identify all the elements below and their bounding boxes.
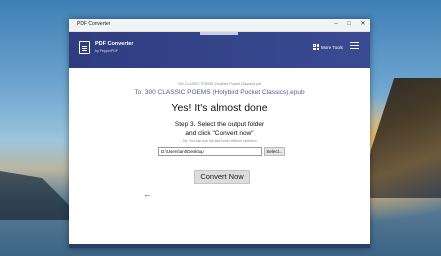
more-tools-button[interactable]: More Tools	[313, 43, 343, 51]
page-headline: Yes! It's almost done	[171, 102, 268, 114]
more-tools-label: More Tools	[321, 44, 343, 50]
step-line-2: and click "Convert now"	[185, 130, 254, 137]
header-drag-tab	[200, 32, 238, 35]
wallpaper-cliff	[363, 78, 441, 198]
step-line-1: Step 3. Select the output folder	[174, 121, 265, 128]
target-file-name: To: 300 CLASSIC POEMS (Holybird Pocket C…	[134, 89, 305, 96]
back-arrow-icon[interactable]: ←	[143, 189, 152, 199]
window-title: PDF Converter	[77, 21, 111, 27]
wallpaper-rock	[0, 171, 70, 220]
step-instruction: Step 3. Select the output folder and cli…	[69, 120, 370, 138]
app-subtitle: by PepperPDF	[95, 49, 118, 53]
app-name: PDF Converter	[95, 41, 134, 47]
select-folder-button[interactable]: Select...	[264, 147, 285, 156]
maximize-button[interactable]: □	[344, 20, 354, 29]
convert-now-button[interactable]: Convert Now	[194, 170, 250, 184]
output-folder-input[interactable]	[158, 147, 262, 156]
close-button[interactable]: ✕	[358, 20, 368, 29]
hamburger-icon[interactable]	[350, 42, 359, 50]
minimize-button[interactable]: –	[331, 20, 341, 29]
app-window: PDF Converter – □ ✕ PDF Converter by Pep…	[69, 19, 370, 248]
app-header: PDF Converter by PepperPDF More Tools	[69, 32, 370, 68]
main-content: 300 CLASSIC POEMS (Holybird Pocket Class…	[69, 68, 370, 248]
tip-text: Tip: You can use the last folder without…	[182, 139, 257, 143]
window-bottom-edge	[69, 244, 370, 248]
grid-icon	[313, 44, 319, 50]
source-file-name: 300 CLASSIC POEMS (Holybird Pocket Class…	[177, 82, 262, 86]
window-titlebar: PDF Converter – □ ✕	[69, 19, 370, 32]
pdf-logo-icon	[79, 41, 90, 54]
